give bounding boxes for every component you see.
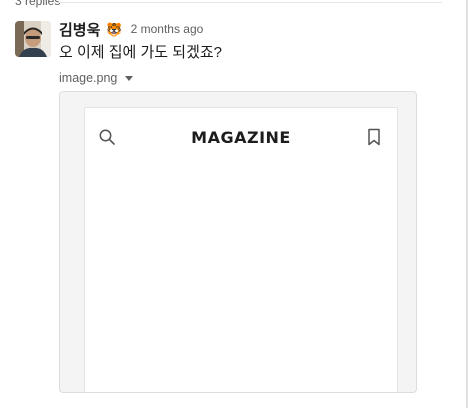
status-emoji[interactable]: 🐯 [106, 23, 122, 36]
image-attachment-preview[interactable]: MAGAZINE [59, 91, 417, 393]
attachment-file-name[interactable]: image.png [59, 71, 117, 85]
magazine-title: MAGAZINE [191, 128, 291, 147]
message-header: 김병욱 🐯 2 months ago [59, 19, 204, 40]
avatar[interactable] [15, 21, 51, 57]
magazine-screen: MAGAZINE [84, 107, 398, 392]
caret-down-icon[interactable] [125, 75, 134, 81]
bookmark-icon [368, 128, 380, 146]
sender-name[interactable]: 김병욱 [59, 19, 100, 40]
attachment-file-row[interactable]: image.png [59, 70, 134, 86]
message-timestamp[interactable]: 2 months ago [131, 22, 204, 36]
message-text: 오 이제 집에 가도 되겠죠? [59, 44, 223, 61]
replies-count[interactable]: 3 replies [15, 0, 60, 8]
avatar-image [15, 21, 51, 57]
replies-divider [58, 2, 442, 3]
